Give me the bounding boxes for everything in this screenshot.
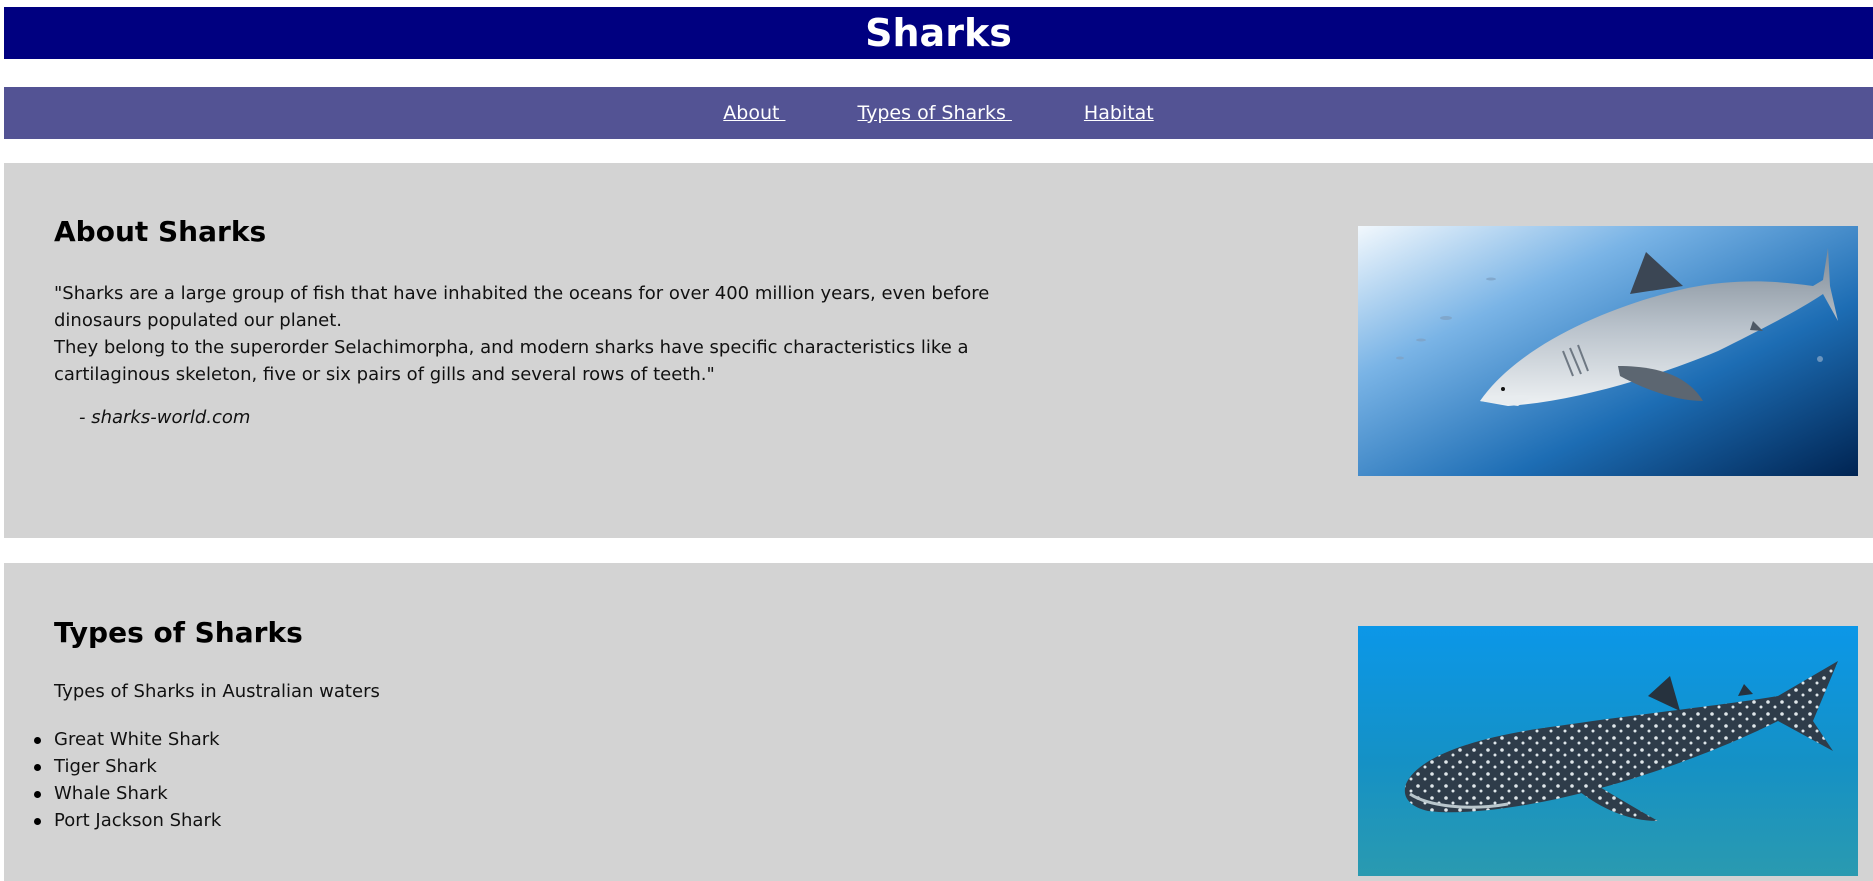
nav-link-habitat[interactable]: Habitat xyxy=(1084,102,1154,124)
list-item: Tiger Shark xyxy=(33,753,221,780)
list-item: Port Jackson Shark xyxy=(33,807,221,834)
types-section: Types of Sharks Types of Sharks in Austr… xyxy=(4,563,1873,881)
whale-shark-image xyxy=(1358,626,1858,876)
nav-link-types-of-sharks[interactable]: Types of Sharks xyxy=(857,102,1011,124)
great-white-shark-icon xyxy=(1358,226,1858,476)
nav-link-about[interactable]: About xyxy=(723,102,785,124)
types-intro: Types of Sharks in Australian waters xyxy=(54,681,380,702)
about-quote-line-2: They belong to the superorder Selachimor… xyxy=(54,337,969,385)
about-quote-line-1: "Sharks are a large group of fish that h… xyxy=(54,283,990,331)
page: Sharks About Types of Sharks Habitat Abo… xyxy=(0,0,1873,881)
great-white-shark-image xyxy=(1358,226,1858,476)
list-item: Great White Shark xyxy=(33,726,221,753)
list-item: Whale Shark xyxy=(33,780,221,807)
types-heading: Types of Sharks xyxy=(54,616,303,649)
shark-types-list: Great White Shark Tiger Shark Whale Shar… xyxy=(33,726,221,834)
about-citation: - sharks-world.com xyxy=(79,407,251,428)
page-title: Sharks xyxy=(865,11,1012,55)
site-header: Sharks xyxy=(4,7,1873,59)
whale-shark-icon xyxy=(1358,626,1858,876)
main-nav: About Types of Sharks Habitat xyxy=(4,87,1873,139)
about-section: About Sharks "Sharks are a large group o… xyxy=(4,163,1873,538)
about-heading: About Sharks xyxy=(54,215,267,248)
about-quote: "Sharks are a large group of fish that h… xyxy=(54,280,1064,388)
